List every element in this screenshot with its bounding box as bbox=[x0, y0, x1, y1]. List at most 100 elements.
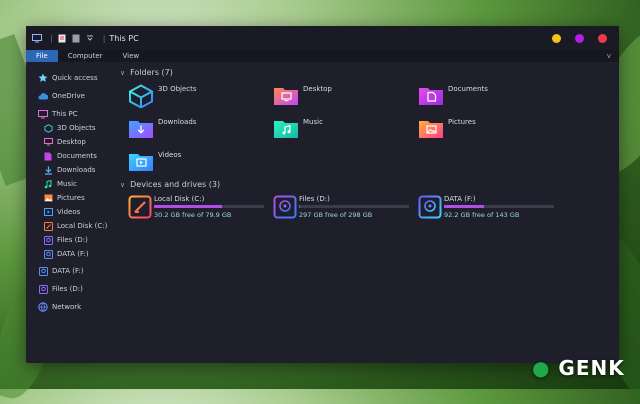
video-icon bbox=[43, 207, 53, 217]
chevron-down-icon[interactable]: v bbox=[607, 52, 611, 60]
folder-label: 3D Objects bbox=[158, 85, 197, 93]
drive-usage-bar bbox=[154, 205, 264, 208]
drive-icon bbox=[38, 284, 48, 294]
drive-free-space: 297 GB free of 298 GB bbox=[299, 211, 373, 219]
sidebar-item-videos[interactable]: Videos bbox=[43, 207, 80, 217]
folder-videos[interactable]: Videos bbox=[128, 150, 181, 176]
sidebar-item-label: Quick access bbox=[52, 74, 98, 82]
chevron-down-icon: ∨ bbox=[120, 180, 126, 189]
sidebar-item-label: 3D Objects bbox=[57, 124, 96, 132]
chevron-down-icon: ∨ bbox=[120, 68, 126, 77]
documents-folder-icon bbox=[418, 84, 444, 110]
videos-folder-icon bbox=[128, 150, 154, 176]
drive-icon bbox=[418, 195, 442, 223]
folder-label: Pictures bbox=[448, 118, 476, 126]
sidebar-item-pictures[interactable]: Pictures bbox=[43, 193, 85, 203]
new-folder-icon[interactable] bbox=[71, 33, 81, 43]
sidebar-item-data-f-root[interactable]: DATA (F:) bbox=[38, 266, 84, 276]
picture-icon bbox=[43, 193, 53, 203]
sidebar-item-label: Files (D:) bbox=[57, 236, 88, 244]
sidebar-item-network[interactable]: Network bbox=[38, 302, 81, 312]
sidebar-item-label: Videos bbox=[57, 208, 81, 216]
sidebar-item-3d-objects[interactable]: 3D Objects bbox=[43, 123, 96, 133]
sidebar-item-label: OneDrive bbox=[52, 92, 85, 100]
cube-icon bbox=[43, 123, 53, 133]
drive-icon bbox=[43, 235, 53, 245]
devices-section-header[interactable]: ∨ Devices and drives (3) bbox=[120, 180, 220, 189]
sidebar-item-label: Pictures bbox=[57, 194, 85, 202]
music-folder-icon bbox=[273, 117, 299, 143]
computer-icon bbox=[32, 33, 42, 43]
folder-desktop[interactable]: Desktop bbox=[273, 84, 332, 110]
folder-pictures[interactable]: Pictures bbox=[418, 117, 476, 143]
sidebar-item-files-d-root[interactable]: Files (D:) bbox=[38, 284, 83, 294]
sidebar-item-label: Files (D:) bbox=[52, 285, 83, 293]
folder-label: Music bbox=[303, 118, 323, 126]
tab-view[interactable]: View bbox=[113, 50, 150, 62]
drive-usage-bar bbox=[299, 205, 409, 208]
folder-label: Desktop bbox=[303, 85, 332, 93]
desktop-folder-icon bbox=[273, 84, 299, 110]
sidebar-item-label: Documents bbox=[57, 152, 97, 160]
sidebar-item-music[interactable]: Music bbox=[43, 179, 77, 189]
close-button[interactable] bbox=[598, 33, 607, 43]
drive-free-space: 30.2 GB free of 79.9 GB bbox=[154, 211, 232, 219]
document-icon bbox=[43, 151, 53, 161]
tab-computer[interactable]: Computer bbox=[58, 50, 113, 62]
folder-label: Documents bbox=[448, 85, 488, 93]
minimize-button[interactable] bbox=[552, 33, 561, 43]
sidebar-item-label: DATA (F:) bbox=[52, 267, 84, 275]
drive-name: DATA (F:) bbox=[444, 195, 476, 203]
sidebar-item-downloads[interactable]: Downloads bbox=[43, 165, 95, 175]
sidebar-item-documents[interactable]: Documents bbox=[43, 151, 97, 161]
tab-file[interactable]: File bbox=[26, 50, 58, 62]
folder-downloads[interactable]: Downloads bbox=[128, 117, 196, 143]
folders-section-header[interactable]: ∨ Folders (7) bbox=[120, 68, 173, 77]
cloud-icon bbox=[38, 91, 48, 101]
title-separator: | bbox=[50, 33, 53, 43]
downloads-folder-icon bbox=[128, 117, 154, 143]
sidebar-item-label: Local Disk (C:) bbox=[57, 222, 108, 230]
folder-music[interactable]: Music bbox=[273, 117, 323, 143]
music-note-icon bbox=[43, 179, 53, 189]
drive-usage-fill bbox=[444, 205, 484, 208]
properties-icon[interactable] bbox=[57, 33, 67, 43]
maximize-button[interactable] bbox=[575, 33, 584, 43]
drive-free-space: 92.2 GB free of 143 GB bbox=[444, 211, 520, 219]
section-title: Devices and drives (3) bbox=[130, 180, 221, 189]
sidebar-item-this-pc[interactable]: This PC bbox=[38, 109, 78, 119]
ribbon-tabs: File Computer View v bbox=[26, 50, 619, 62]
network-icon bbox=[38, 302, 48, 312]
sidebar-item-label: DATA (F:) bbox=[57, 250, 89, 258]
drive-name: Local Disk (C:) bbox=[154, 195, 205, 203]
cube-icon bbox=[128, 84, 154, 112]
sidebar-item-label: Music bbox=[57, 180, 77, 188]
title-bar[interactable]: | | This PC bbox=[26, 26, 619, 50]
navigation-pane: Quick access OneDrive This PC 3D Objects… bbox=[26, 62, 116, 363]
pictures-folder-icon bbox=[418, 117, 444, 143]
customize-toolbar-icon[interactable] bbox=[85, 33, 95, 43]
sidebar-item-label: This PC bbox=[52, 110, 78, 118]
drive-name: Files (D:) bbox=[299, 195, 330, 203]
folder-label: Downloads bbox=[158, 118, 197, 126]
sidebar-item-files-d[interactable]: Files (D:) bbox=[43, 235, 88, 245]
section-title: Folders (7) bbox=[130, 68, 173, 77]
drive-icon bbox=[38, 266, 48, 276]
sidebar-item-label: Downloads bbox=[57, 166, 96, 174]
desktop-icon bbox=[43, 137, 53, 147]
drive-usage-bar bbox=[444, 205, 554, 208]
sidebar-item-label: Network bbox=[52, 303, 82, 311]
star-icon bbox=[38, 73, 48, 83]
sidebar-item-onedrive[interactable]: OneDrive bbox=[38, 91, 85, 101]
sidebar-item-desktop[interactable]: Desktop bbox=[43, 137, 86, 147]
sidebar-item-quick-access[interactable]: Quick access bbox=[38, 73, 98, 83]
folder-documents[interactable]: Documents bbox=[418, 84, 488, 110]
sidebar-item-data-f[interactable]: DATA (F:) bbox=[43, 249, 89, 259]
folder-3d-objects[interactable]: 3D Objects bbox=[128, 84, 197, 112]
drive-usage-fill bbox=[154, 205, 223, 208]
drive-icon bbox=[273, 195, 297, 223]
watermark-logo: ● GENK bbox=[532, 356, 625, 380]
sidebar-item-local-disk-c[interactable]: Local Disk (C:) bbox=[43, 221, 107, 231]
file-explorer-window: | | This PC File Computer View v Quick a… bbox=[26, 26, 619, 363]
drive-icon bbox=[43, 221, 53, 231]
